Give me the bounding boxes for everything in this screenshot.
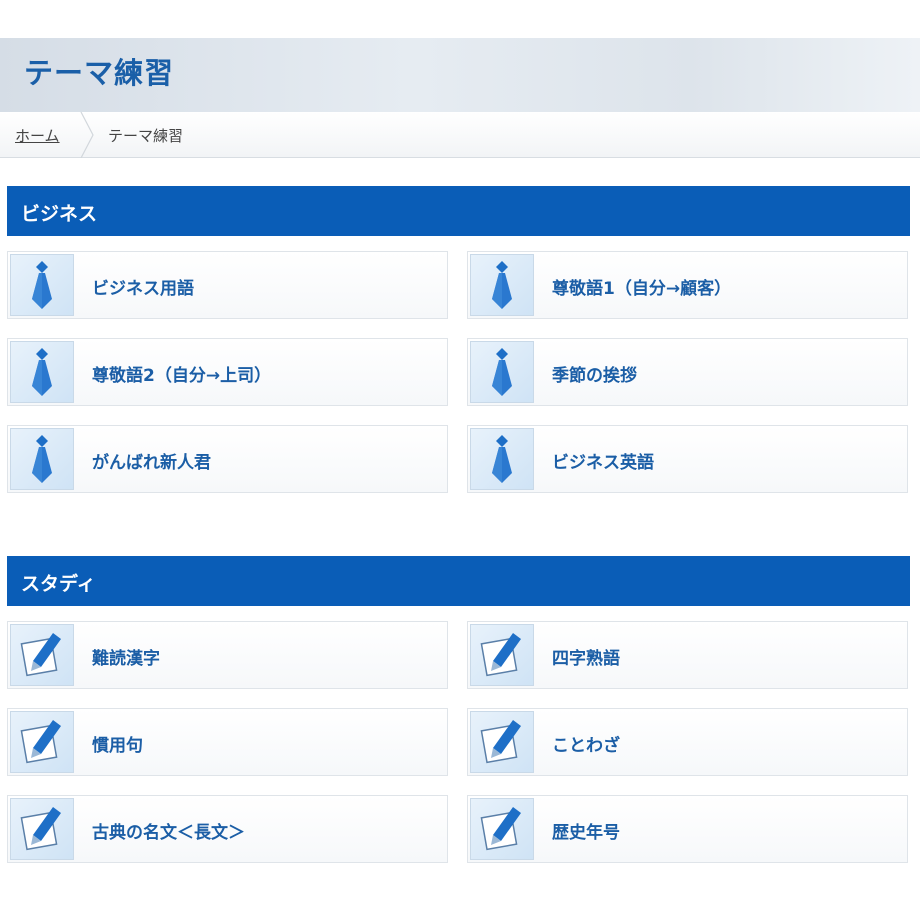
card-business-terms[interactable]: ビジネス用語 [7, 251, 448, 319]
card-proverbs[interactable]: ことわざ [467, 708, 908, 776]
card-idioms[interactable]: 慣用句 [7, 708, 448, 776]
card-four-character-idioms[interactable]: 四字熟語 [467, 621, 908, 689]
necktie-icon [10, 428, 74, 490]
card-label: ビジネス用語 [92, 279, 194, 299]
card-honorific-2[interactable]: 尊敬語2（自分→上司） [7, 338, 448, 406]
card-label: 尊敬語1（自分→顧客） [552, 279, 732, 299]
page: テーマ練習 ホーム テーマ練習 ビジネス ビジネス用語 尊敬語1（自分→顧客） … [0, 0, 920, 920]
pencil-icon [10, 798, 74, 860]
necktie-icon [10, 254, 74, 316]
card-label: ビジネス英語 [552, 453, 654, 473]
card-label: 季節の挨拶 [552, 366, 637, 386]
section-title: スタディ [21, 573, 96, 595]
card-label: 古典の名文＜長文＞ [92, 823, 245, 843]
card-historical-years[interactable]: 歴史年号 [467, 795, 908, 863]
card-new-employee[interactable]: がんばれ新人君 [7, 425, 448, 493]
card-label: 四字熟語 [552, 649, 620, 669]
card-seasonal-greetings[interactable]: 季節の挨拶 [467, 338, 908, 406]
card-business-english[interactable]: ビジネス英語 [467, 425, 908, 493]
card-difficult-kanji[interactable]: 難読漢字 [7, 621, 448, 689]
pencil-icon [10, 711, 74, 773]
page-title: テーマ練習 [24, 56, 175, 90]
card-label: がんばれ新人君 [92, 453, 211, 473]
pencil-icon [470, 711, 534, 773]
card-label: 慣用句 [92, 736, 143, 756]
necktie-icon [470, 341, 534, 403]
card-label: 尊敬語2（自分→上司） [92, 366, 272, 386]
title-bar: テーマ練習 [0, 38, 920, 112]
card-label: ことわざ [552, 736, 620, 756]
breadcrumb: ホーム テーマ練習 [0, 112, 920, 158]
section-title: ビジネス [21, 203, 98, 225]
pencil-icon [10, 624, 74, 686]
pencil-icon [470, 624, 534, 686]
necktie-icon [10, 341, 74, 403]
section-header-study: スタディ [7, 556, 910, 606]
breadcrumb-current: テーマ練習 [108, 127, 184, 145]
card-classical-passages[interactable]: 古典の名文＜長文＞ [7, 795, 448, 863]
breadcrumb-separator-icon [80, 112, 94, 158]
card-honorific-1[interactable]: 尊敬語1（自分→顧客） [467, 251, 908, 319]
section-header-business: ビジネス [7, 186, 910, 236]
necktie-icon [470, 428, 534, 490]
card-label: 歴史年号 [552, 823, 620, 843]
necktie-icon [470, 254, 534, 316]
pencil-icon [470, 798, 534, 860]
breadcrumb-home-link[interactable]: ホーム [15, 125, 60, 146]
card-label: 難読漢字 [92, 649, 160, 669]
